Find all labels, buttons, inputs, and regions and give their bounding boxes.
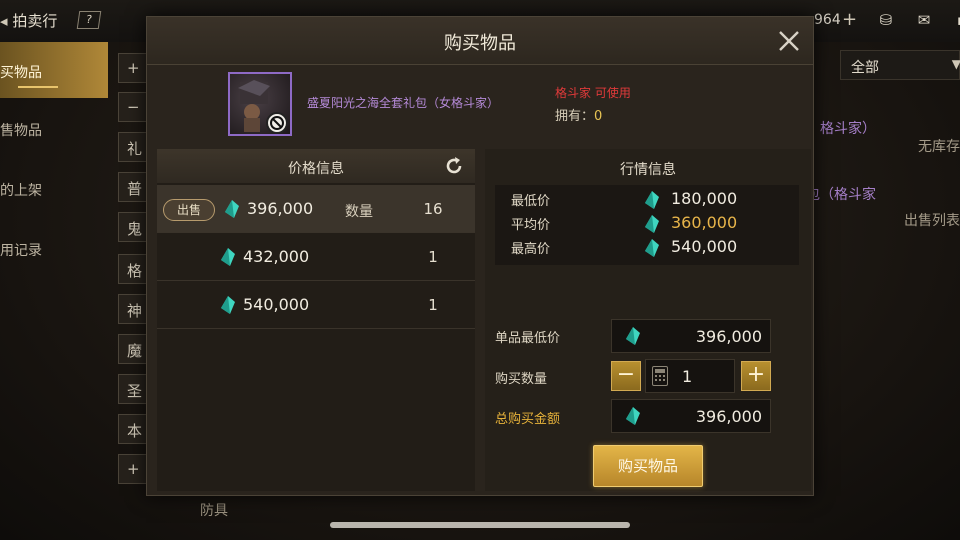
- listing-quantity: 1: [428, 296, 438, 314]
- market-info-title: 行情信息: [620, 162, 676, 178]
- menu-icon[interactable]: ▪: [950, 9, 960, 31]
- dialog-title: 购买物品: [444, 33, 516, 54]
- auction-house-title: 拍卖行: [12, 12, 58, 30]
- gem-icon: [225, 200, 239, 218]
- gem-icon: [626, 407, 640, 425]
- gem-icon: [645, 215, 659, 233]
- add-currency-icon[interactable]: +: [842, 9, 857, 30]
- sell-badge: 出售: [163, 199, 215, 221]
- untradeable-icon: [266, 112, 288, 134]
- price-info-header: 价格信息: [157, 149, 475, 183]
- currency-value: 964: [814, 12, 841, 28]
- listing-price: 540,000: [243, 295, 310, 314]
- gem-icon: [221, 248, 235, 266]
- item-name: 盛夏阳光之海全套礼包（女格斗家）: [307, 96, 500, 110]
- quantity-label: 购买数量: [495, 372, 548, 387]
- sidebar-item-usage-log[interactable]: 用记录: [0, 220, 108, 276]
- sidebar-item-label: 的上架: [0, 183, 42, 199]
- listing-quantity: 16: [423, 200, 443, 218]
- bg-list-row-status: 出售列表: [904, 213, 960, 229]
- total-amount-value: 396,000: [695, 407, 762, 426]
- quantity-label: 数量: [345, 204, 373, 220]
- increase-quantity-button[interactable]: +: [741, 361, 771, 391]
- sidebar-item-label: 买物品: [0, 65, 42, 81]
- total-amount-label: 总购买金额: [495, 412, 561, 427]
- active-underline: [18, 86, 58, 88]
- owned-value: 0: [594, 109, 603, 124]
- item-thumbnail: [228, 72, 292, 136]
- total-amount-field: 396,000: [611, 399, 771, 433]
- decrease-quantity-button[interactable]: −: [611, 361, 641, 391]
- filter-value: 全部: [851, 60, 879, 76]
- unit-min-price-field: 396,000: [611, 319, 771, 353]
- page-title: ◂ 拍卖行: [0, 10, 57, 31]
- dialog-header: 购买物品: [147, 17, 813, 65]
- pot-icon[interactable]: ⛁: [874, 9, 898, 31]
- bottom-category-label: 防具: [200, 503, 228, 519]
- min-price-label: 最低价: [511, 194, 551, 209]
- price-row[interactable]: 出售 396,000 数量 16: [157, 185, 475, 233]
- refresh-icon[interactable]: [443, 155, 465, 177]
- owned-count: 拥有：0: [555, 105, 602, 124]
- max-price-value: 540,000: [671, 237, 738, 256]
- owned-label: 拥有：: [555, 109, 595, 124]
- unit-min-price-value: 396,000: [695, 327, 762, 346]
- mail-icon[interactable]: ✉: [912, 9, 936, 31]
- quantity-input[interactable]: 1: [645, 359, 735, 393]
- sidebar-item-label: 用记录: [0, 243, 42, 259]
- filter-select[interactable]: 全部 ▼: [840, 50, 960, 80]
- class-requirement: 格斗家 可使用: [555, 86, 631, 100]
- listing-price: 432,000: [243, 247, 310, 266]
- bg-list-row-title: 包（格斗家: [806, 187, 876, 203]
- back-arrow-icon[interactable]: ◂: [0, 12, 12, 30]
- bg-list-row-status: 无库存: [918, 139, 960, 155]
- sidebar-item-buy[interactable]: 买物品: [0, 42, 108, 98]
- bg-list-row-title: ）格斗家）: [806, 121, 876, 137]
- gem-icon: [645, 239, 659, 257]
- help-icon[interactable]: ?: [76, 11, 102, 29]
- price-row[interactable]: 540,000 1: [157, 281, 475, 329]
- max-price-label: 最高价: [511, 242, 551, 257]
- calculator-icon[interactable]: [652, 366, 668, 386]
- avg-price-value: 360,000: [671, 213, 738, 232]
- gem-icon: [626, 327, 640, 345]
- listing-price: 396,000: [247, 199, 314, 218]
- home-indicator[interactable]: [330, 522, 630, 528]
- listing-quantity: 1: [428, 248, 438, 266]
- sidebar-item-label: 售物品: [0, 123, 42, 139]
- sidebar-item-my-listings[interactable]: 的上架: [0, 160, 108, 216]
- min-price-value: 180,000: [671, 189, 738, 208]
- quantity-value: 1: [682, 367, 693, 386]
- purchase-dialog: 购买物品 盛夏阳光之海全套礼包（女格斗家） 格斗家 可使用 拥有：0 价格信息: [146, 16, 814, 496]
- close-icon[interactable]: [775, 27, 803, 55]
- market-stats: 最低价 180,000 平均价 360,000 最高价 540,000: [495, 185, 799, 265]
- buy-button[interactable]: 购买物品: [593, 445, 703, 487]
- unit-min-price-label: 单品最低价: [495, 331, 561, 346]
- price-info-title: 价格信息: [288, 161, 344, 177]
- market-info-panel: 行情信息 最低价 180,000 平均价 360,000 最高价 540,000…: [485, 149, 811, 491]
- price-info-panel: 价格信息 出售 396,000 数量 16 432,000 1 540,000 …: [157, 149, 475, 491]
- sidebar-item-sell[interactable]: 售物品: [0, 100, 108, 156]
- price-row[interactable]: 432,000 1: [157, 233, 475, 281]
- chevron-down-icon: ▼: [951, 57, 960, 71]
- gem-icon: [221, 296, 235, 314]
- avg-price-label: 平均价: [511, 218, 551, 233]
- gem-icon: [645, 191, 659, 209]
